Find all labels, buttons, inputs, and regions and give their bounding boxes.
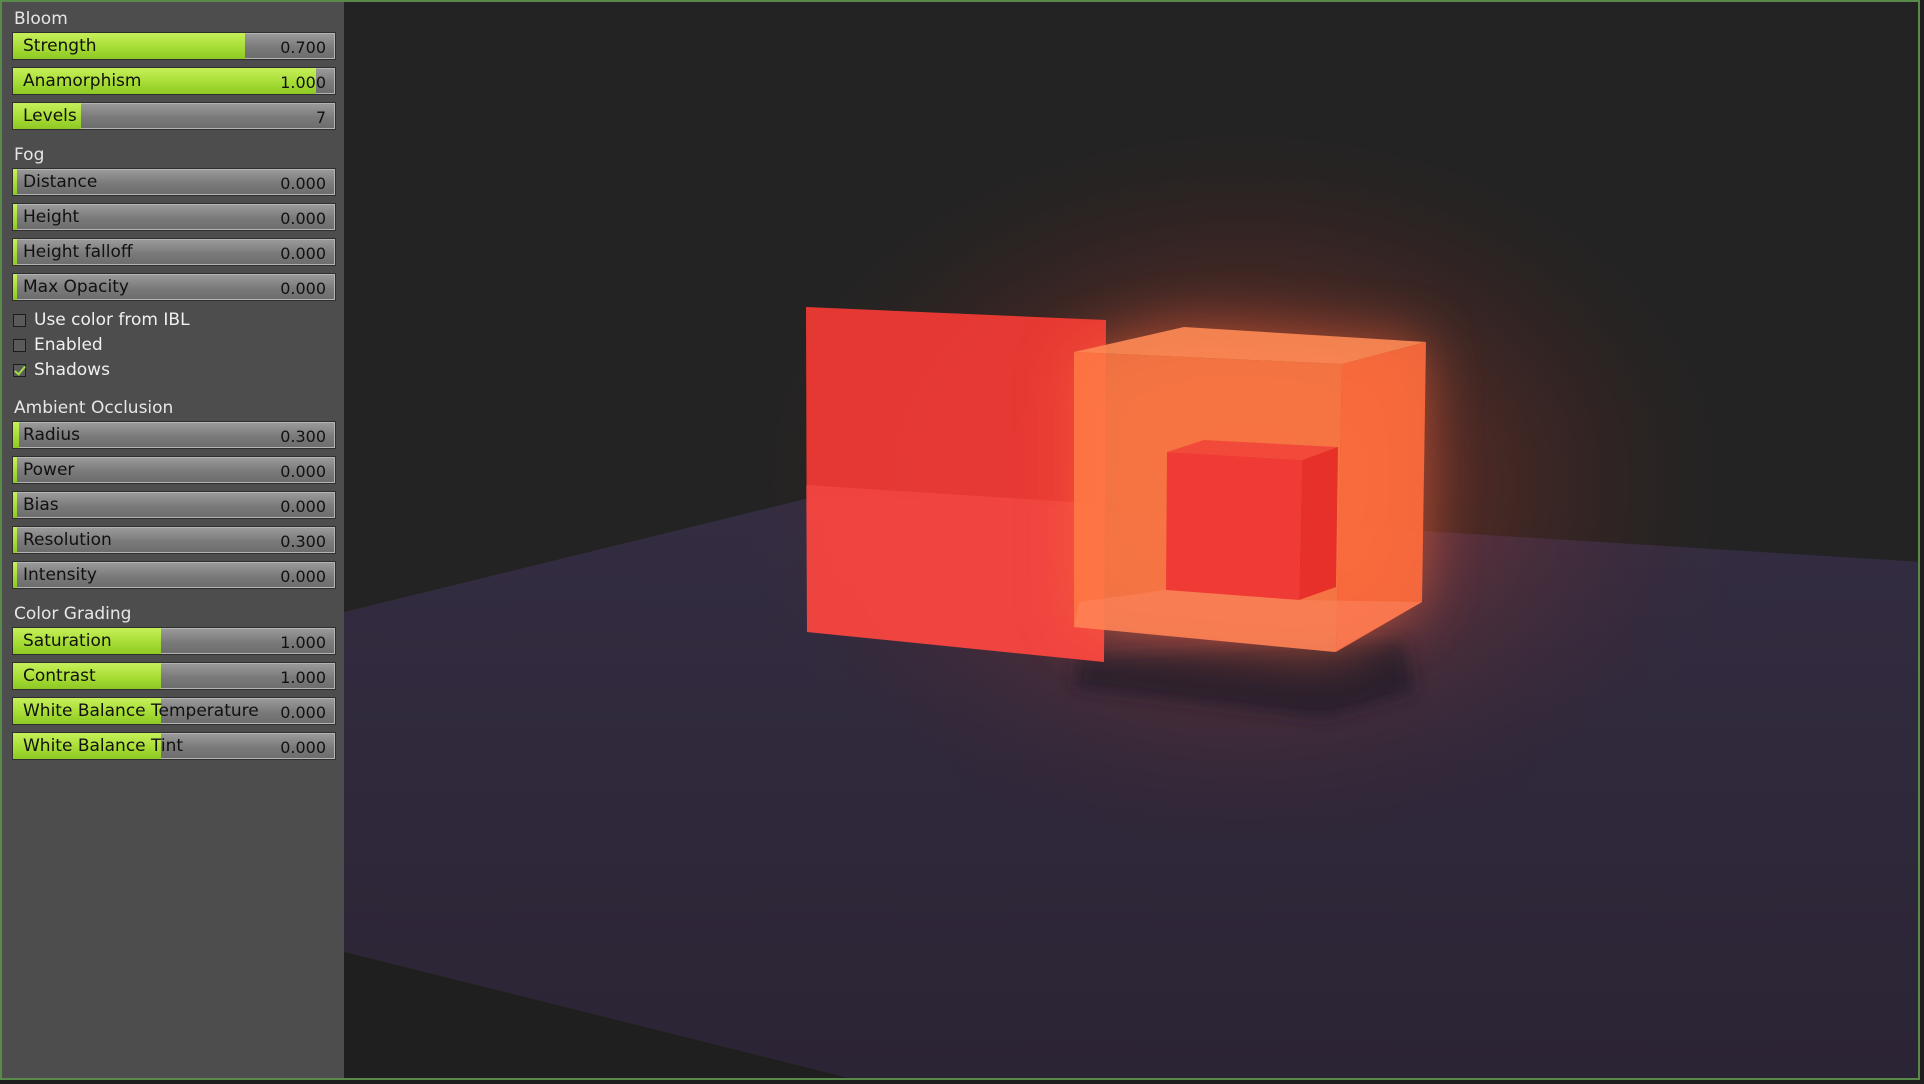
slider-fill [13, 562, 17, 588]
slider-label: Strength [23, 36, 97, 56]
slider-fill [13, 239, 17, 265]
slider-label: White Balance Tint [23, 736, 184, 756]
slider-value: 0.700 [280, 38, 326, 57]
section-title-color-grading: Color Grading [14, 604, 132, 624]
contrast-slider[interactable]: Contrast 1.000 [12, 662, 336, 690]
slider-label: Power [23, 460, 75, 480]
slider-value: 0.000 [280, 567, 326, 586]
slider-value: 0.000 [280, 174, 326, 193]
checkbox-box[interactable] [13, 339, 26, 352]
slider-label: Saturation [23, 631, 112, 651]
levels-slider[interactable]: Levels 7 [12, 102, 336, 130]
slider-label: Bias [23, 495, 59, 515]
slider-value: 0.300 [280, 532, 326, 551]
radius-slider[interactable]: Radius 0.300 [12, 421, 336, 449]
strength-slider[interactable]: Strength 0.700 [12, 32, 336, 60]
slider-label: Max Opacity [23, 277, 129, 297]
checkbox-label: Use color from IBL [34, 310, 190, 330]
enabled-checkbox[interactable]: Enabled [2, 333, 344, 358]
app-window: Bloom Strength 0.700 Anamorphism 1.000 L… [0, 0, 1920, 1080]
bloom-section: Bloom Strength 0.700 Anamorphism 1.000 L… [2, 8, 344, 130]
slider-label: Radius [23, 425, 81, 445]
slider-value: 1.000 [280, 73, 326, 92]
shadows-checkbox[interactable]: Shadows [2, 358, 344, 383]
ambient-occlusion-section: Ambient Occlusion Radius 0.300 Power 0.0… [2, 397, 344, 589]
white-balance-temperature-slider[interactable]: White Balance Temperature 0.000 [12, 697, 336, 725]
color-grading-section: Color Grading Saturation 1.000 Contrast … [2, 603, 344, 760]
slider-label: White Balance Temperature [23, 701, 259, 721]
power-slider[interactable]: Power 0.000 [12, 456, 336, 484]
slider-value: 1.000 [280, 668, 326, 687]
inner-cube-side [1299, 447, 1338, 600]
section-title-bloom: Bloom [14, 9, 68, 29]
max-opacity-slider[interactable]: Max Opacity 0.000 [12, 273, 336, 301]
slider-fill [13, 422, 20, 448]
fog-section: Fog Distance 0.000 Height 0.000 Height f… [2, 144, 344, 383]
red-plane-reflection [806, 485, 1104, 662]
inner-cube-front [1166, 452, 1302, 600]
height-slider[interactable]: Height 0.000 [12, 203, 336, 231]
slider-label: Anamorphism [23, 71, 142, 91]
slider-value: 0.000 [280, 703, 326, 722]
height-falloff-slider[interactable]: Height falloff 0.000 [12, 238, 336, 266]
slider-fill [13, 204, 17, 230]
slider-label: Distance [23, 172, 98, 192]
checkbox-box[interactable] [13, 314, 26, 327]
slider-value: 0.000 [280, 244, 326, 263]
checkbox-label: Shadows [34, 360, 110, 380]
slider-value: 0.000 [280, 279, 326, 298]
slider-value: 0.000 [280, 209, 326, 228]
white-balance-tint-slider[interactable]: White Balance Tint 0.000 [12, 732, 336, 760]
slider-label: Intensity [23, 565, 97, 585]
slider-fill [13, 457, 17, 483]
slider-value: 1.000 [280, 633, 326, 652]
bias-slider[interactable]: Bias 0.000 [12, 491, 336, 519]
section-title-ambient-occlusion: Ambient Occlusion [14, 398, 174, 418]
slider-fill [13, 274, 17, 300]
slider-value: 0.000 [280, 497, 326, 516]
slider-label: Height falloff [23, 242, 133, 262]
slider-fill [13, 492, 17, 518]
resolution-slider[interactable]: Resolution 0.300 [12, 526, 336, 554]
slider-label: Levels [23, 106, 77, 126]
slider-label: Contrast [23, 666, 96, 686]
settings-panel: Bloom Strength 0.700 Anamorphism 1.000 L… [2, 2, 344, 1078]
checkbox-box[interactable] [13, 364, 26, 377]
intensity-slider[interactable]: Intensity 0.000 [12, 561, 336, 589]
distance-slider[interactable]: Distance 0.000 [12, 168, 336, 196]
use-color-from-ibl-checkbox[interactable]: Use color from IBL [2, 308, 344, 333]
3d-viewport[interactable] [344, 2, 1918, 1078]
slider-value: 0.000 [280, 738, 326, 757]
slider-value: 7 [315, 108, 326, 127]
scene-render [344, 2, 1918, 1078]
checkbox-label: Enabled [34, 335, 103, 355]
slider-label: Height [23, 207, 80, 227]
slider-fill [13, 169, 17, 195]
anamorphism-slider[interactable]: Anamorphism 1.000 [12, 67, 336, 95]
section-title-fog: Fog [14, 145, 45, 165]
slider-value: 0.300 [280, 427, 326, 446]
slider-fill [13, 527, 17, 553]
saturation-slider[interactable]: Saturation 1.000 [12, 627, 336, 655]
slider-label: Resolution [23, 530, 112, 550]
slider-value: 0.000 [280, 462, 326, 481]
